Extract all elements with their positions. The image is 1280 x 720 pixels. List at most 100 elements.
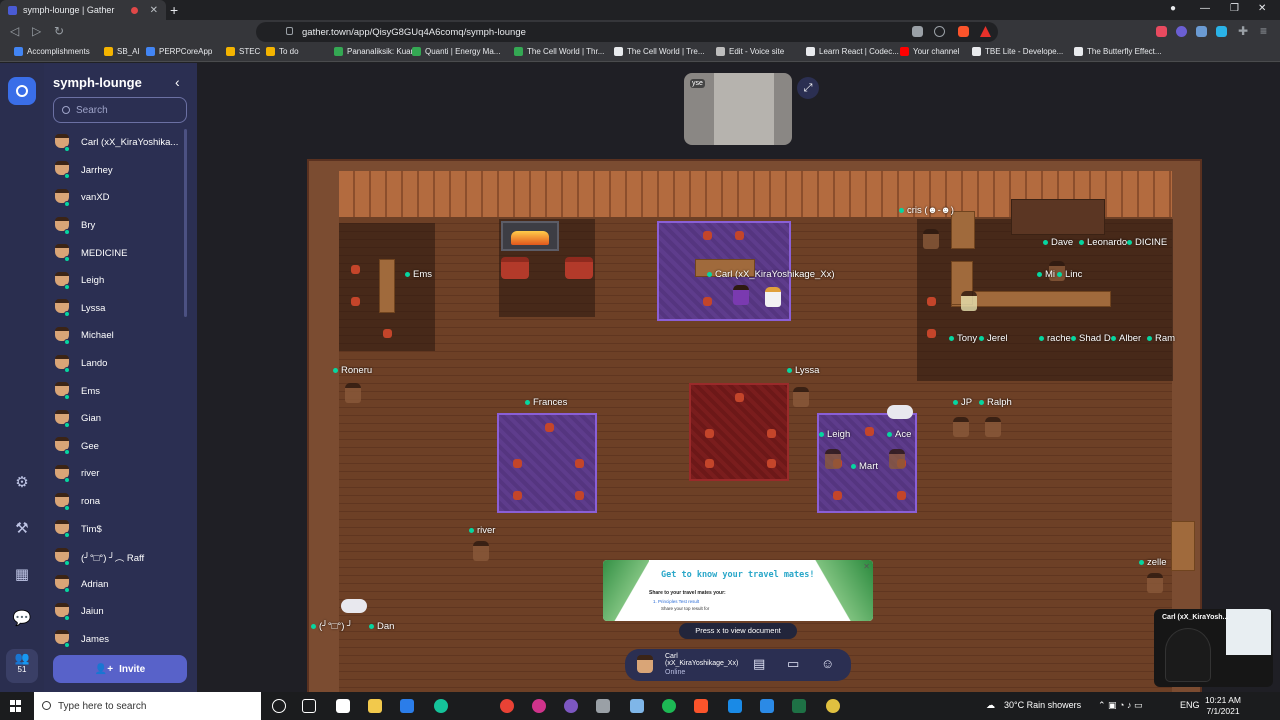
participant-row[interactable]: Jarrhey — [53, 157, 183, 185]
participant-row[interactable]: Tim$ — [53, 515, 183, 543]
task-view-icon[interactable] — [302, 699, 316, 713]
self-video-tile[interactable]: Carl (xX_KiraYosh... — [1154, 609, 1273, 687]
chat-icon[interactable]: 💬 — [12, 609, 32, 629]
bookmark-item[interactable]: Pananaliksik: Kuan... — [334, 47, 422, 56]
mail-icon[interactable] — [728, 699, 742, 713]
weather-cloud-icon[interactable]: ☁ — [986, 700, 995, 711]
avatar-sprite[interactable] — [1147, 573, 1163, 593]
avatar-sprite[interactable] — [473, 541, 489, 561]
bookmark-item[interactable]: The Cell World | Thr... — [514, 47, 604, 56]
bookmark-item[interactable]: Quanti | Energy Ma... — [412, 47, 500, 56]
forward-icon[interactable]: ▷ — [32, 24, 41, 38]
participant-row[interactable]: (╯°□°) ╯︵ Raff — [53, 543, 183, 571]
close-window-icon[interactable]: ✕ — [1258, 3, 1266, 14]
screen-share-icon[interactable]: ▭ — [787, 656, 799, 672]
language-indicator[interactable]: ENG — [1180, 700, 1200, 710]
puzzle-icon[interactable]: ✚ — [1238, 24, 1248, 38]
collapse-sidebar-icon[interactable]: ‹ — [175, 74, 180, 90]
zoom-icon[interactable] — [934, 26, 945, 37]
avatar-sprite[interactable] — [793, 387, 809, 407]
participant-row[interactable]: Carl (xX_KiraYoshika... — [53, 129, 183, 157]
my-avatar[interactable] — [637, 655, 653, 673]
windows-start-icon[interactable] — [10, 700, 22, 712]
bookmark-item[interactable]: Edit - Voice site — [716, 47, 784, 56]
document-preview-popup[interactable]: Get to know your travel mates! Share to … — [603, 560, 873, 621]
avatar-sprite[interactable] — [985, 417, 1001, 437]
participant-row[interactable]: Lando — [53, 350, 183, 378]
bookmark-item[interactable]: Learn React | Codec... — [806, 47, 899, 56]
avatar-sprite[interactable] — [345, 383, 361, 403]
app-icon[interactable] — [532, 699, 546, 713]
search-input[interactable]: Search — [53, 97, 187, 123]
minimize-icon[interactable]: — — [1200, 3, 1210, 14]
participant-row[interactable]: Leigh — [53, 267, 183, 295]
bookmark-item[interactable]: The Butterfly Effect... — [1074, 47, 1162, 56]
back-icon[interactable]: ◁ — [10, 24, 19, 38]
menu-icon[interactable]: ≡ — [1260, 24, 1267, 38]
my-name[interactable]: Carl (xX_KiraYoshikage_Xx) — [665, 653, 745, 667]
participant-row[interactable]: rona — [53, 488, 183, 516]
avatar-sprite[interactable] — [923, 229, 939, 249]
app-icon[interactable] — [630, 699, 644, 713]
participant-row[interactable]: Bry — [53, 212, 183, 240]
participant-row[interactable]: James — [53, 626, 183, 654]
bookmark-item[interactable]: To do — [266, 47, 299, 56]
close-tab-icon[interactable]: ✕ — [150, 5, 158, 16]
app-icon[interactable] — [826, 699, 840, 713]
participant-row[interactable]: Michael — [53, 322, 183, 350]
participants-button[interactable]: 👥 51 — [6, 649, 38, 683]
restore-icon[interactable]: ❐ — [1230, 3, 1239, 14]
remote-video-tile[interactable]: yse — [684, 73, 792, 145]
file-explorer-icon[interactable] — [368, 699, 382, 713]
app-icon[interactable] — [596, 699, 610, 713]
grammarly-icon[interactable] — [434, 699, 448, 713]
camera-icon[interactable] — [912, 26, 923, 37]
clock[interactable]: 10:21 AM 7/1/2021 — [1200, 695, 1246, 717]
participant-row[interactable]: Jaiun — [53, 598, 183, 626]
expand-video-icon[interactable]: ⤢ — [797, 77, 819, 99]
extension-icon[interactable] — [1216, 26, 1227, 37]
bookmark-item[interactable]: STEC — [226, 47, 260, 56]
participant-row[interactable]: Lyssa — [53, 295, 183, 323]
calendar-icon[interactable]: ▦ — [12, 565, 32, 585]
bookmark-item[interactable]: Your channel — [900, 47, 959, 56]
bookmark-item[interactable]: The Cell World | Tre... — [614, 47, 705, 56]
map-viewport[interactable]: cris (☻-☻) Dave Leonardo DICINE Ems Carl… — [197, 63, 1280, 692]
avatar-sprite[interactable] — [825, 449, 841, 469]
browser-tab-gather[interactable]: symph-lounge | Gather ✕ — [0, 0, 166, 20]
participant-list-scrollbar[interactable] — [184, 129, 187, 317]
participant-row[interactable]: MEDICINE — [53, 239, 183, 267]
participant-row[interactable]: Adrian — [53, 571, 183, 599]
bookmark-item[interactable]: TBE Lite - Develope... — [972, 47, 1063, 56]
extension-icon[interactable] — [1196, 26, 1207, 37]
system-tray-icons[interactable]: ⌃ ▣ ◔ ♪ ▭ — [1098, 700, 1143, 711]
brave-icon[interactable] — [694, 699, 708, 713]
extension-icon[interactable] — [1176, 26, 1187, 37]
notion-icon[interactable] — [336, 699, 350, 713]
avatar-sprite[interactable] — [961, 291, 977, 311]
map-icon[interactable]: ▤ — [753, 656, 765, 672]
participant-row[interactable]: Gee — [53, 433, 183, 461]
participant-row[interactable]: Gian — [53, 405, 183, 433]
address-bar[interactable]: gather.town/app/QisyG8GUq4A6comq/symph-l… — [256, 22, 998, 42]
vscode-icon[interactable] — [400, 699, 414, 713]
calendar-app-icon[interactable] — [760, 699, 774, 713]
gather-logo-icon[interactable] — [8, 77, 36, 105]
participant-row[interactable]: river — [53, 460, 183, 488]
brave-shield-icon[interactable] — [958, 26, 969, 37]
excel-icon[interactable] — [792, 699, 806, 713]
avatar-sprite-carl[interactable] — [733, 285, 749, 305]
build-hammer-icon[interactable]: ⚒ — [12, 519, 32, 539]
avatar-sprite[interactable] — [765, 287, 781, 307]
new-tab-button[interactable]: + — [170, 2, 178, 18]
participant-row[interactable]: Ems — [53, 377, 183, 405]
emoji-icon[interactable]: ☺ — [821, 656, 834, 671]
avatar-sprite[interactable] — [889, 449, 905, 469]
chrome-icon[interactable] — [500, 699, 514, 713]
close-popup-icon[interactable]: ✕ — [863, 562, 870, 571]
settings-gear-icon[interactable]: ⚙ — [12, 473, 32, 493]
reload-icon[interactable]: ↻ — [54, 24, 64, 38]
bookmark-item[interactable]: PERPCoreApp — [146, 47, 212, 56]
cortana-icon[interactable] — [272, 699, 286, 713]
bookmark-item[interactable]: SB_AI — [104, 47, 140, 56]
